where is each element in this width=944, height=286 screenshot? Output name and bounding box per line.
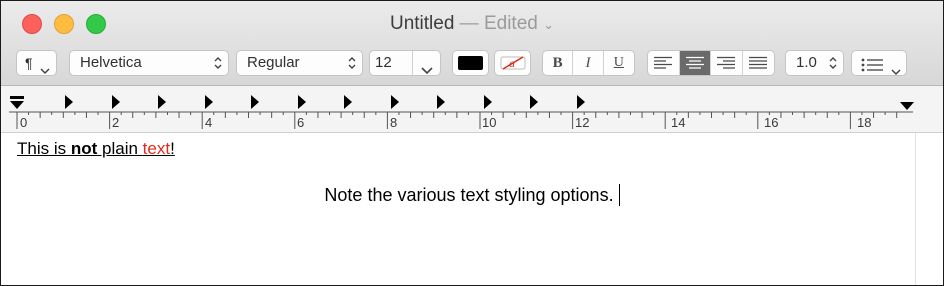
font-size-divider (412, 51, 413, 75)
edited-status: — Edited (459, 13, 538, 34)
text-color-button[interactable] (452, 50, 489, 76)
font-family-select[interactable]: Helvetica (69, 50, 229, 76)
font-family-value: Helvetica (80, 54, 142, 71)
first-line-indent-marker[interactable] (10, 96, 24, 99)
align-justify-button[interactable] (743, 51, 774, 75)
align-center-button[interactable] (679, 51, 711, 75)
tab-stop-marker[interactable] (205, 95, 213, 109)
tab-stop-marker[interactable] (251, 95, 259, 109)
paragraph-style-button[interactable]: ¶ (16, 50, 57, 76)
bold-button[interactable]: B (543, 51, 574, 75)
red-text-run: text (142, 139, 171, 158)
text-line-1: This is not plain text! (17, 139, 175, 159)
list-bullets-button[interactable] (851, 50, 907, 76)
font-typeface-select[interactable]: Regular (236, 50, 363, 76)
italic-button[interactable]: I (573, 51, 604, 75)
alignment-segmented (647, 50, 775, 76)
text-run: This is (17, 139, 71, 158)
underline-button[interactable]: U (604, 51, 634, 75)
textedit-window: Untitled — Edited ⌄ ¶ Helvetica Regular (0, 0, 944, 286)
align-left-icon (654, 56, 673, 69)
window-toolbar: Untitled — Edited ⌄ ¶ Helvetica Regular (1, 1, 943, 86)
chevron-down-icon (40, 59, 50, 83)
tab-stop-marker[interactable] (577, 95, 585, 109)
ruler-label: 0 (20, 115, 28, 130)
bold-text-run: not (70, 139, 98, 158)
chevron-down-icon[interactable] (421, 59, 433, 83)
text-line-2: Note the various text styling options. (1, 184, 943, 206)
ruler-label: 18 (857, 115, 872, 130)
align-right-icon (717, 56, 736, 69)
left-indent-marker[interactable] (10, 101, 24, 109)
chevron-down-icon (891, 60, 901, 84)
title-chevron-icon: ⌄ (543, 17, 555, 32)
line-spacing-value: 1.0 (796, 54, 817, 71)
ruler-label: 16 (764, 115, 779, 130)
document-area[interactable]: This is not plain text! Note the various… (1, 133, 943, 285)
ruler-label: 14 (671, 115, 686, 130)
tab-stop-marker[interactable] (158, 95, 166, 109)
tab-stop-marker[interactable] (437, 95, 445, 109)
tab-stop-marker[interactable] (344, 95, 352, 109)
centered-text: Note the various text styling options. (324, 185, 614, 205)
align-right-button[interactable] (711, 51, 743, 75)
ruler-label: 10 (482, 115, 497, 130)
text-color-swatch (458, 56, 483, 70)
text-caret (618, 184, 620, 206)
paragraph-icon: ¶ (25, 55, 33, 71)
text-style-segmented: B I U (542, 50, 635, 76)
ruler-label: 2 (112, 115, 120, 130)
tab-stop-marker[interactable] (112, 95, 120, 109)
tab-stop-marker[interactable] (65, 95, 73, 109)
stepper-icon (348, 56, 356, 70)
text-run: ! (170, 139, 175, 158)
scroll-gutter (915, 133, 916, 285)
ruler[interactable]: 0 2 4 6 8 10 12 14 16 18 (1, 86, 943, 133)
font-typeface-value: Regular (247, 54, 300, 71)
background-color-button[interactable]: a (494, 50, 531, 76)
align-center-icon (685, 56, 704, 69)
text-run: plain (97, 139, 143, 158)
align-left-button[interactable] (648, 51, 680, 75)
no-color-icon: a (500, 55, 526, 79)
tab-stop-marker[interactable] (530, 95, 538, 109)
ruler-label: 6 (297, 115, 305, 130)
ruler-label: 12 (575, 115, 590, 130)
stepper-icon (829, 56, 837, 70)
window-title[interactable]: Untitled — Edited ⌄ (1, 13, 943, 35)
tab-stop-marker[interactable] (298, 95, 306, 109)
stepper-icon (214, 56, 222, 70)
ruler-label: 4 (205, 115, 213, 130)
align-justify-icon (749, 56, 768, 69)
tab-stop-marker[interactable] (391, 95, 399, 109)
ruler-label: 8 (390, 115, 398, 130)
line-spacing-select[interactable]: 1.0 (785, 50, 844, 76)
font-size-combo[interactable]: 12 (369, 50, 441, 76)
tab-stop-marker[interactable] (484, 95, 492, 109)
ruler-graphic (9, 95, 914, 129)
list-bullets-icon (861, 56, 885, 80)
font-size-value: 12 (375, 54, 392, 71)
right-indent-marker[interactable] (900, 102, 914, 110)
document-name: Untitled (389, 13, 455, 34)
